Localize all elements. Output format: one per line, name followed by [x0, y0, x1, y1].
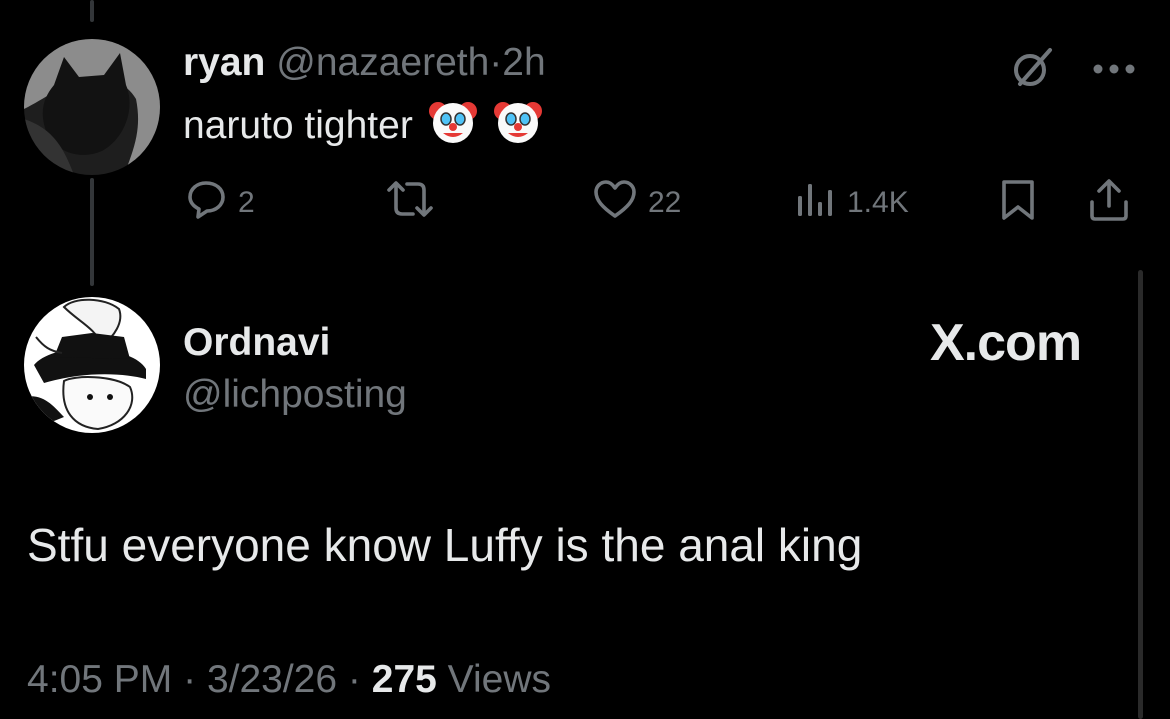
views-count: 1.4K [847, 186, 909, 219]
heart-icon [592, 178, 638, 228]
reply-text-row: naruto tighter [183, 97, 543, 158]
repost-icon [385, 178, 435, 228]
view-count[interactable]: 275 [372, 658, 437, 701]
scrollbar[interactable] [1138, 270, 1143, 719]
share-button[interactable] [1086, 178, 1132, 230]
grok-icon[interactable] [1008, 44, 1056, 97]
display-name[interactable]: ryan [183, 41, 265, 84]
repost-button[interactable] [385, 178, 445, 228]
like-count: 22 [648, 186, 682, 219]
thread-connector-top [90, 0, 94, 22]
reply-count: 2 [238, 186, 255, 219]
reply-button[interactable]: 2 [186, 178, 255, 228]
analytics-icon [795, 178, 837, 228]
tweet-time[interactable]: 4:05 PM [27, 658, 172, 701]
handle[interactable]: @lichposting [183, 372, 407, 418]
like-button[interactable]: 22 [592, 178, 681, 228]
tweet-meta: 4:05 PM · 3/23/26 · 275 Views [27, 654, 551, 706]
views-label: Views [447, 658, 551, 701]
tweet-text: Stfu everyone know Luffy is the anal kin… [27, 519, 863, 571]
separator-dot: · [489, 41, 503, 84]
thread-connector [90, 178, 94, 286]
display-name[interactable]: Ordnavi [183, 320, 330, 366]
reply-top-actions [1008, 44, 1136, 97]
avatar[interactable] [24, 39, 160, 175]
avatar[interactable] [24, 297, 160, 433]
separator-dot: · [183, 658, 197, 701]
handle[interactable]: @nazaereth [276, 41, 489, 84]
separator-dot: · [347, 658, 361, 701]
tweet-date[interactable]: 3/23/26 [207, 658, 337, 701]
bookmark-button[interactable] [998, 178, 1038, 230]
clown-face-icon [493, 97, 543, 158]
reply-text: naruto tighter [183, 103, 413, 147]
clown-face-icon [428, 97, 478, 158]
bookmark-icon [998, 178, 1038, 230]
more-options-icon[interactable] [1092, 62, 1136, 80]
reply-header: ryan @nazaereth·2h [183, 40, 546, 86]
comment-icon [186, 178, 228, 228]
timestamp[interactable]: 2h [502, 41, 545, 84]
share-icon [1086, 178, 1132, 230]
x-com-watermark: X.com [930, 314, 1082, 372]
views-button[interactable]: 1.4K [795, 178, 909, 228]
